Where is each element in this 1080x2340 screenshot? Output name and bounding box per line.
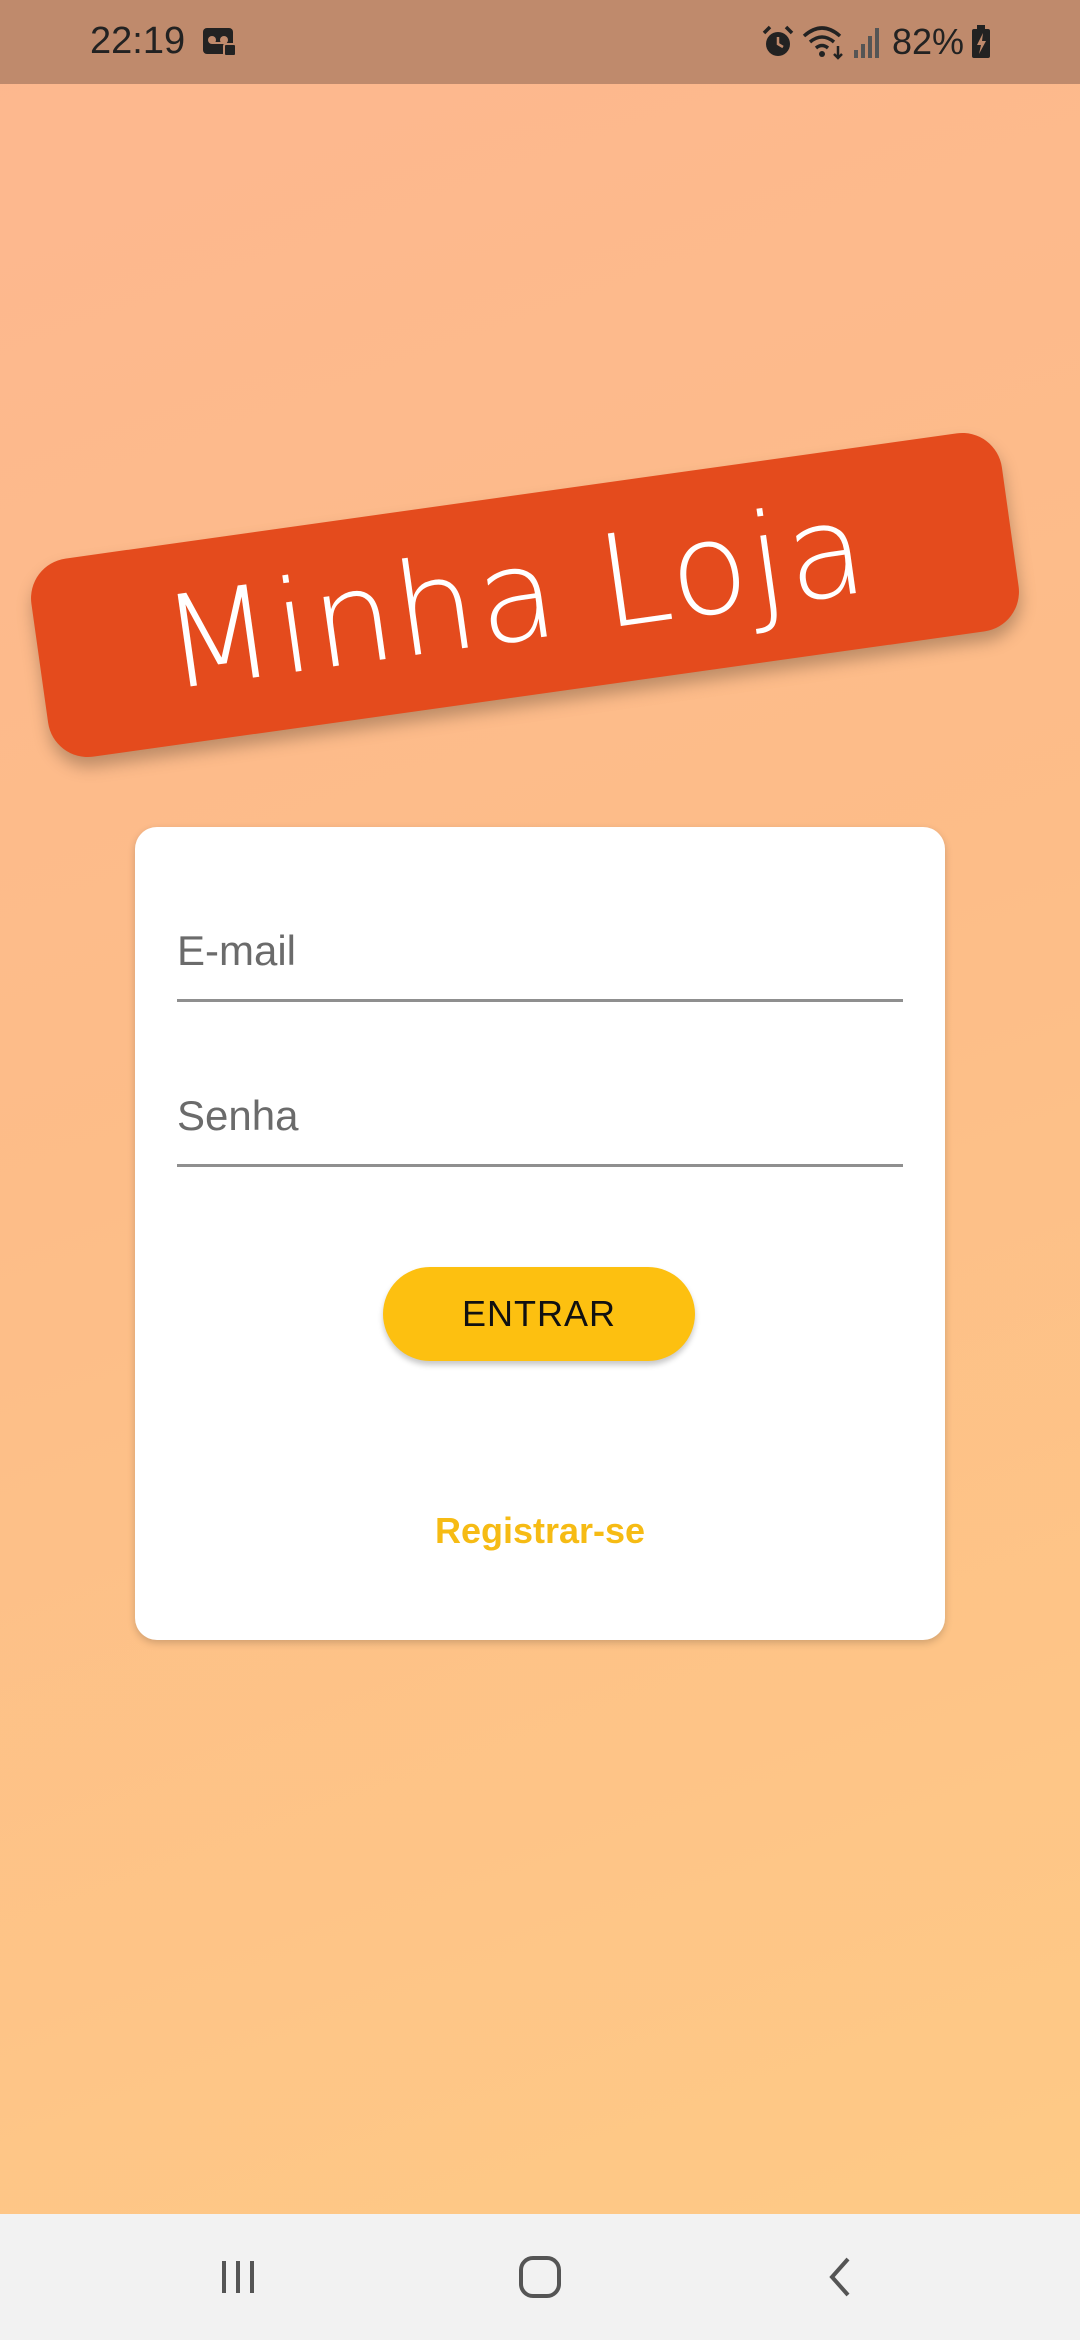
logo-banner: Minha Loja [25, 427, 1025, 763]
status-bar: 22:19 82% [0, 0, 1080, 84]
battery-charging-icon [970, 24, 992, 60]
password-field-container [177, 1057, 903, 1167]
login-button[interactable]: ENTRAR [383, 1267, 695, 1361]
recents-icon[interactable] [208, 2247, 268, 2307]
navigation-bar [0, 2214, 1080, 2340]
alarm-icon [760, 24, 796, 60]
status-icons: 82% [760, 20, 992, 64]
signal-icon [852, 24, 882, 60]
email-field-container [177, 892, 903, 1002]
password-field[interactable] [177, 1057, 903, 1164]
logo-text: Minha Loja [153, 473, 877, 720]
status-time: 22:19 [90, 20, 186, 62]
login-card: ENTRAR Registrar-se [135, 827, 945, 1640]
email-field[interactable] [177, 892, 903, 999]
back-icon[interactable] [812, 2247, 872, 2307]
home-icon[interactable] [510, 2247, 570, 2307]
battery-percentage: 82% [891, 21, 964, 62]
register-link[interactable]: Registrar-se [135, 1510, 945, 1552]
wifi-icon [802, 24, 846, 60]
voicemail-icon [202, 26, 238, 58]
